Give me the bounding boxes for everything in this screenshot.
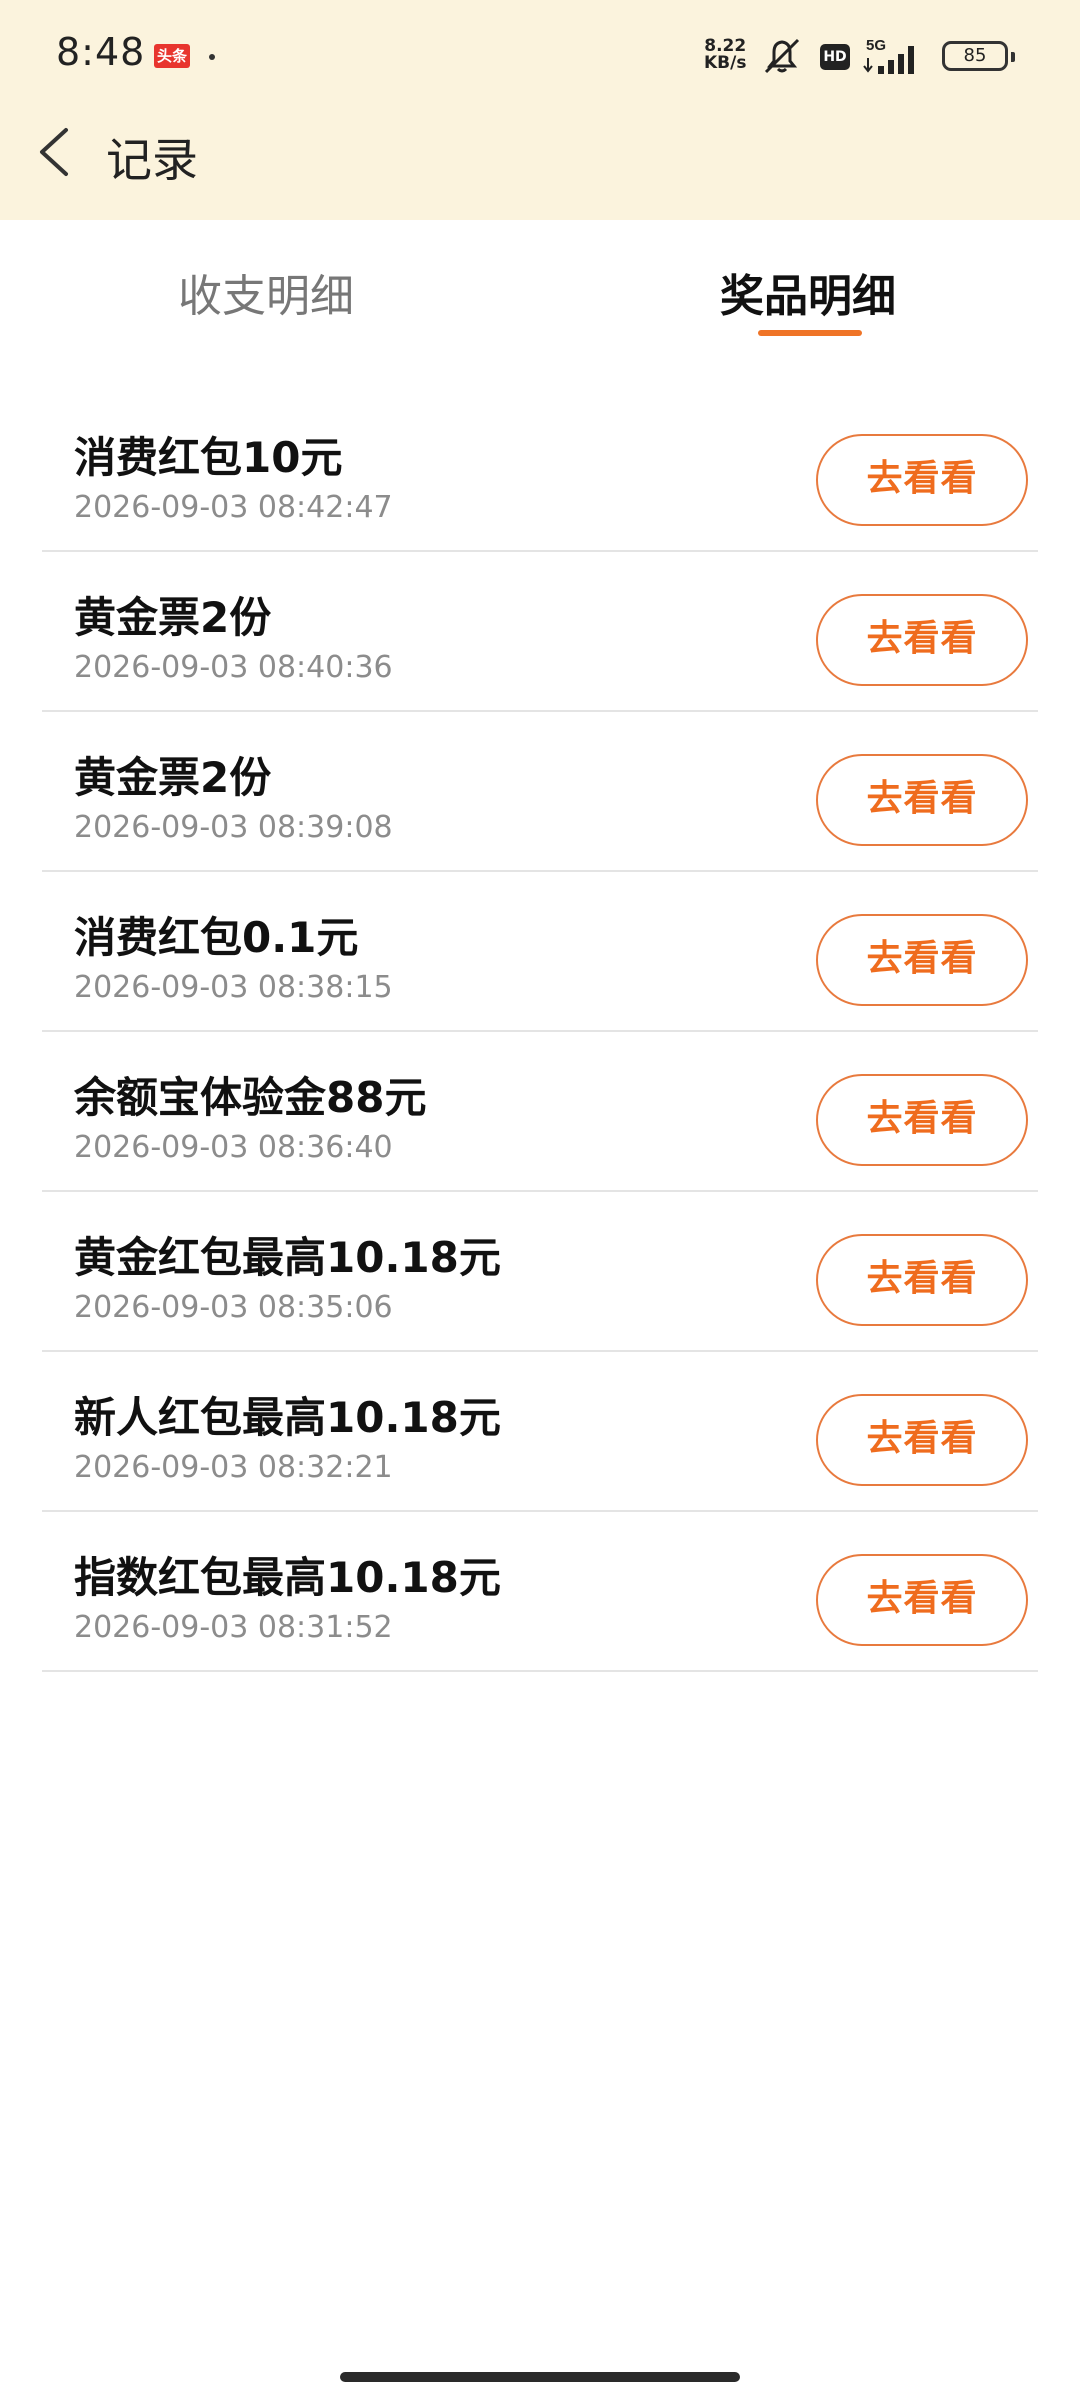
view-button[interactable]: 去看看 [816,594,1028,686]
notification-dot-icon [209,54,215,60]
view-button[interactable]: 去看看 [816,754,1028,846]
list-item: 消费红包10元 2026-09-03 08:42:47 去看看 [42,392,1038,552]
prize-name: 消费红包0.1元 [74,913,359,962]
signal-5g-icon: 5G [863,37,914,74]
list-item: 黄金票2份 2026-09-03 08:40:36 去看看 [42,552,1038,712]
prize-time: 2026-09-03 08:32:21 [74,1450,393,1485]
page-title: 记录 [106,133,198,187]
battery-icon: 85 [942,41,1015,71]
status-time: 8:48 [56,30,146,74]
list-item: 黄金红包最高10.18元 2026-09-03 08:35:06 去看看 [42,1192,1038,1352]
tab-prize-details[interactable]: 奖品明细 [720,260,896,324]
list-item: 消费红包0.1元 2026-09-03 08:38:15 去看看 [42,872,1038,1032]
view-button[interactable]: 去看看 [816,1394,1028,1486]
prize-time: 2026-09-03 08:42:47 [74,490,393,525]
view-button[interactable]: 去看看 [816,1074,1028,1166]
home-indicator[interactable] [340,2372,740,2382]
prize-name: 黄金票2份 [74,753,272,802]
prize-time: 2026-09-03 08:39:08 [74,810,393,845]
hd-icon: HD [820,44,850,70]
back-arrow-icon[interactable] [30,122,80,182]
list-item: 黄金票2份 2026-09-03 08:39:08 去看看 [42,712,1038,872]
active-tab-indicator [758,330,862,336]
view-button[interactable]: 去看看 [816,1554,1028,1646]
prize-name: 新人红包最高10.18元 [74,1393,501,1442]
prize-name: 黄金票2份 [74,593,272,642]
prize-time: 2026-09-03 08:36:40 [74,1130,393,1165]
prize-name: 余额宝体验金88元 [74,1073,427,1122]
status-bar: 8:48 头条 8.22 KB/s HD 5G 85 [0,0,1080,110]
view-button[interactable]: 去看看 [816,914,1028,1006]
list-item: 指数红包最高10.18元 2026-09-03 08:31:52 去看看 [42,1512,1038,1672]
list-item: 新人红包最高10.18元 2026-09-03 08:32:21 去看看 [42,1352,1038,1512]
prize-list: 消费红包10元 2026-09-03 08:42:47 去看看 黄金票2份 20… [42,392,1038,1672]
network-speed: 8.22 KB/s [704,38,746,72]
network-type-label: 5G [866,37,886,54]
prize-name: 消费红包10元 [74,433,343,482]
tab-income-expense[interactable]: 收支明细 [178,260,354,324]
list-item: 余额宝体验金88元 2026-09-03 08:36:40 去看看 [42,1032,1038,1192]
prize-time: 2026-09-03 08:35:06 [74,1290,393,1325]
network-speed-unit: KB/s [704,53,747,73]
prize-time: 2026-09-03 08:40:36 [74,650,393,685]
view-button[interactable]: 去看看 [816,1234,1028,1326]
toutiao-notification-icon: 头条 [154,44,190,68]
prize-name: 黄金红包最高10.18元 [74,1233,501,1282]
prize-time: 2026-09-03 08:38:15 [74,970,393,1005]
mute-bell-icon [764,38,800,74]
tab-bar: 收支明细 奖品明细 [0,220,1080,360]
prize-time: 2026-09-03 08:31:52 [74,1610,393,1645]
view-button[interactable]: 去看看 [816,434,1028,526]
prize-name: 指数红包最高10.18元 [74,1553,501,1602]
